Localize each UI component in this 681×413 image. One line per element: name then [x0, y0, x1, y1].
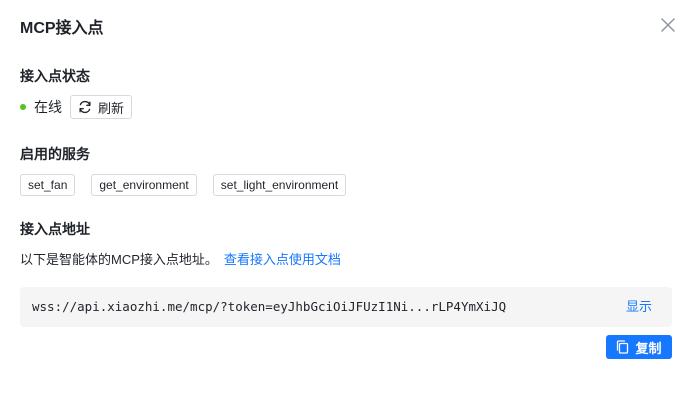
mcp-endpoint-dialog: MCP接入点 接入点状态 在线 刷新 启用的服务 set_fan get_env… — [0, 0, 681, 413]
service-tag-set-fan: set_fan — [20, 174, 76, 196]
status-row: 在线 刷新 — [20, 95, 133, 119]
docs-link[interactable]: 查看接入点使用文档 — [224, 252, 341, 267]
endpoint-url-box: wss://api.xiaozhi.me/mcp/?token=eyJhbGci… — [20, 287, 672, 327]
address-description: 以下是智能体的MCP接入点地址。 查看接入点使用文档 — [20, 250, 341, 270]
copy-icon — [617, 340, 629, 354]
refresh-button[interactable]: 刷新 — [70, 95, 133, 119]
dialog-title: MCP接入点 — [20, 20, 104, 37]
service-tag-get-environment: get_environment — [91, 174, 197, 196]
refresh-icon — [79, 100, 91, 114]
status-section-label: 接入点状态 — [20, 68, 90, 84]
show-token-link[interactable]: 显示 — [626, 298, 652, 316]
status-text: 在线 — [34, 99, 62, 115]
refresh-label: 刷新 — [98, 100, 125, 116]
copy-label: 复制 — [635, 340, 662, 356]
services-tag-list: set_fan get_environment set_light_enviro… — [20, 174, 347, 196]
copy-button[interactable]: 复制 — [606, 335, 672, 359]
service-tag-set-light-environment: set_light_environment — [212, 174, 347, 196]
services-section-label: 启用的服务 — [20, 146, 90, 162]
close-icon[interactable] — [658, 15, 678, 35]
address-description-text: 以下是智能体的MCP接入点地址。 — [20, 252, 218, 267]
online-status-dot — [20, 104, 26, 110]
address-section-label: 接入点地址 — [20, 221, 90, 237]
endpoint-url: wss://api.xiaozhi.me/mcp/?token=eyJhbGci… — [32, 299, 507, 314]
